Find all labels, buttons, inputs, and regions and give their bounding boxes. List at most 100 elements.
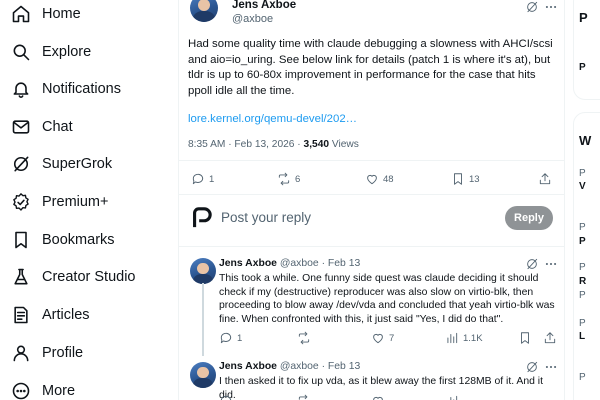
share-icon [544, 332, 556, 344]
reply-icon [220, 332, 232, 344]
avatar[interactable] [190, 0, 218, 22]
articles-icon [11, 305, 31, 325]
reply-header: Jens Axboe @axboe · Feb 13 [219, 361, 360, 372]
reply-button[interactable]: 1 [191, 172, 214, 186]
reply-count: 1 [237, 332, 243, 344]
nav-item-label: Bookmarks [42, 232, 115, 248]
like-button[interactable] [371, 394, 385, 400]
post-timestamp[interactable]: 8:35 AM · Feb 13, 2026 · [188, 139, 304, 150]
bookmark-icon [11, 230, 31, 250]
reply-icon [220, 395, 232, 400]
nav-item-label: Profile [42, 345, 84, 361]
more-options-icon[interactable] [544, 0, 558, 19]
search-icon [11, 42, 31, 62]
reply-header: Jens Axboe @axboe · Feb 13 [219, 258, 360, 269]
bookmark-button[interactable] [518, 331, 532, 345]
share-icon [539, 173, 551, 185]
post-meta: 8:35 AM · Feb 13, 2026 · 3,540 Views [188, 139, 359, 150]
analytics-icon [450, 395, 458, 400]
heart-icon [367, 174, 377, 185]
sidebar-fragment: P [579, 62, 586, 73]
reply-text: I then asked it to fix up vda, as it ble… [219, 376, 544, 400]
views-label: Views [329, 139, 359, 150]
like-count: 7 [389, 332, 395, 344]
sidebar-fragment: P [579, 290, 586, 301]
reply-input[interactable]: Post your reply [221, 210, 311, 225]
analytics-icon [447, 332, 458, 344]
nav-item-label: Premium+ [42, 194, 109, 210]
repost-button[interactable] [297, 331, 315, 345]
sidebar-card [573, 112, 600, 400]
reply-count: 1 [209, 173, 215, 185]
divider [178, 246, 565, 247]
views-count: 1.1K [463, 332, 483, 344]
bell-icon [11, 79, 31, 99]
more-icon [11, 381, 31, 400]
share-button[interactable] [538, 172, 552, 186]
nav-item-label: Articles [42, 307, 90, 323]
flask-icon [11, 267, 31, 287]
thread-connector [202, 283, 204, 356]
reply-author-handle[interactable]: @axboe · Feb 13 [280, 258, 360, 269]
nav-item-label: Chat [42, 119, 73, 135]
like-button[interactable]: 48 [365, 172, 394, 186]
sidebar-fragment: R [579, 276, 587, 287]
views-button[interactable] [445, 394, 459, 400]
heart-icon [373, 333, 383, 344]
sidebar-fragment: P [579, 318, 586, 329]
repost-button[interactable]: 6 [277, 172, 300, 186]
post-link[interactable]: lore.kernel.org/qemu-devel/202… [188, 113, 357, 125]
brand-logo-icon [193, 207, 212, 228]
sidebar-fragment: P [579, 262, 586, 273]
repost-button[interactable] [297, 394, 311, 400]
heart-icon [373, 396, 383, 400]
repost-icon [298, 394, 308, 400]
nav-item-label: Home [42, 6, 81, 22]
avatar[interactable] [190, 258, 216, 284]
divider [178, 160, 565, 161]
avatar[interactable] [190, 362, 216, 388]
reply-button[interactable]: 1 [219, 331, 242, 345]
author-handle[interactable]: @axboe [232, 13, 273, 25]
grok-icon[interactable] [525, 0, 539, 19]
repost-icon [278, 172, 290, 186]
primary-nav: Home Explore Notifications Chat SuperGro… [0, 0, 178, 400]
bookmark-icon [521, 332, 529, 344]
reply-text: This took a while. One funny side quest … [219, 273, 555, 325]
verified-icon [11, 192, 31, 212]
bookmark-count: 13 [469, 173, 480, 185]
reply-author-handle[interactable]: @axboe · Feb 13 [280, 361, 360, 372]
sidebar-fragment: P [579, 10, 588, 25]
reply-icon [192, 173, 204, 185]
nav-item-label: SuperGrok [42, 156, 113, 172]
grok-icon [11, 154, 31, 174]
right-sidebar: P P W P V P P P R P P L P [565, 0, 600, 400]
reply-submit-button[interactable]: Reply [505, 206, 553, 230]
sidebar-fragment: P [579, 236, 586, 247]
nav-item-label: More [42, 383, 76, 399]
views-button[interactable]: 1.1K [445, 331, 483, 345]
repost-icon [298, 331, 310, 345]
views-count: 3,540 [303, 139, 330, 150]
sidebar-fragment: L [579, 331, 586, 342]
like-button[interactable]: 7 [371, 331, 394, 345]
sidebar-fragment: P [579, 372, 586, 383]
divider [178, 194, 565, 195]
sidebar-fragment: V [579, 181, 586, 192]
person-icon [11, 343, 31, 363]
nav-item-label: Explore [42, 44, 92, 60]
sidebar-fragment: P [579, 222, 586, 233]
author-name[interactable]: Jens Axboe [232, 0, 296, 11]
bookmark-button[interactable]: 13 [451, 172, 480, 186]
reply-author-name[interactable]: Jens Axboe [219, 258, 277, 269]
nav-item-label: Notifications [42, 81, 121, 97]
sidebar-fragment: W [579, 133, 592, 148]
post-text: Had some quality time with claude debugg… [188, 38, 553, 97]
share-button[interactable] [543, 331, 557, 345]
reply-author-name[interactable]: Jens Axboe [219, 361, 277, 372]
mail-icon [11, 117, 31, 137]
nav-item-label: Creator Studio [42, 269, 136, 285]
bookmark-icon [454, 173, 462, 185]
like-count: 48 [383, 173, 394, 185]
reply-button[interactable] [219, 394, 233, 400]
